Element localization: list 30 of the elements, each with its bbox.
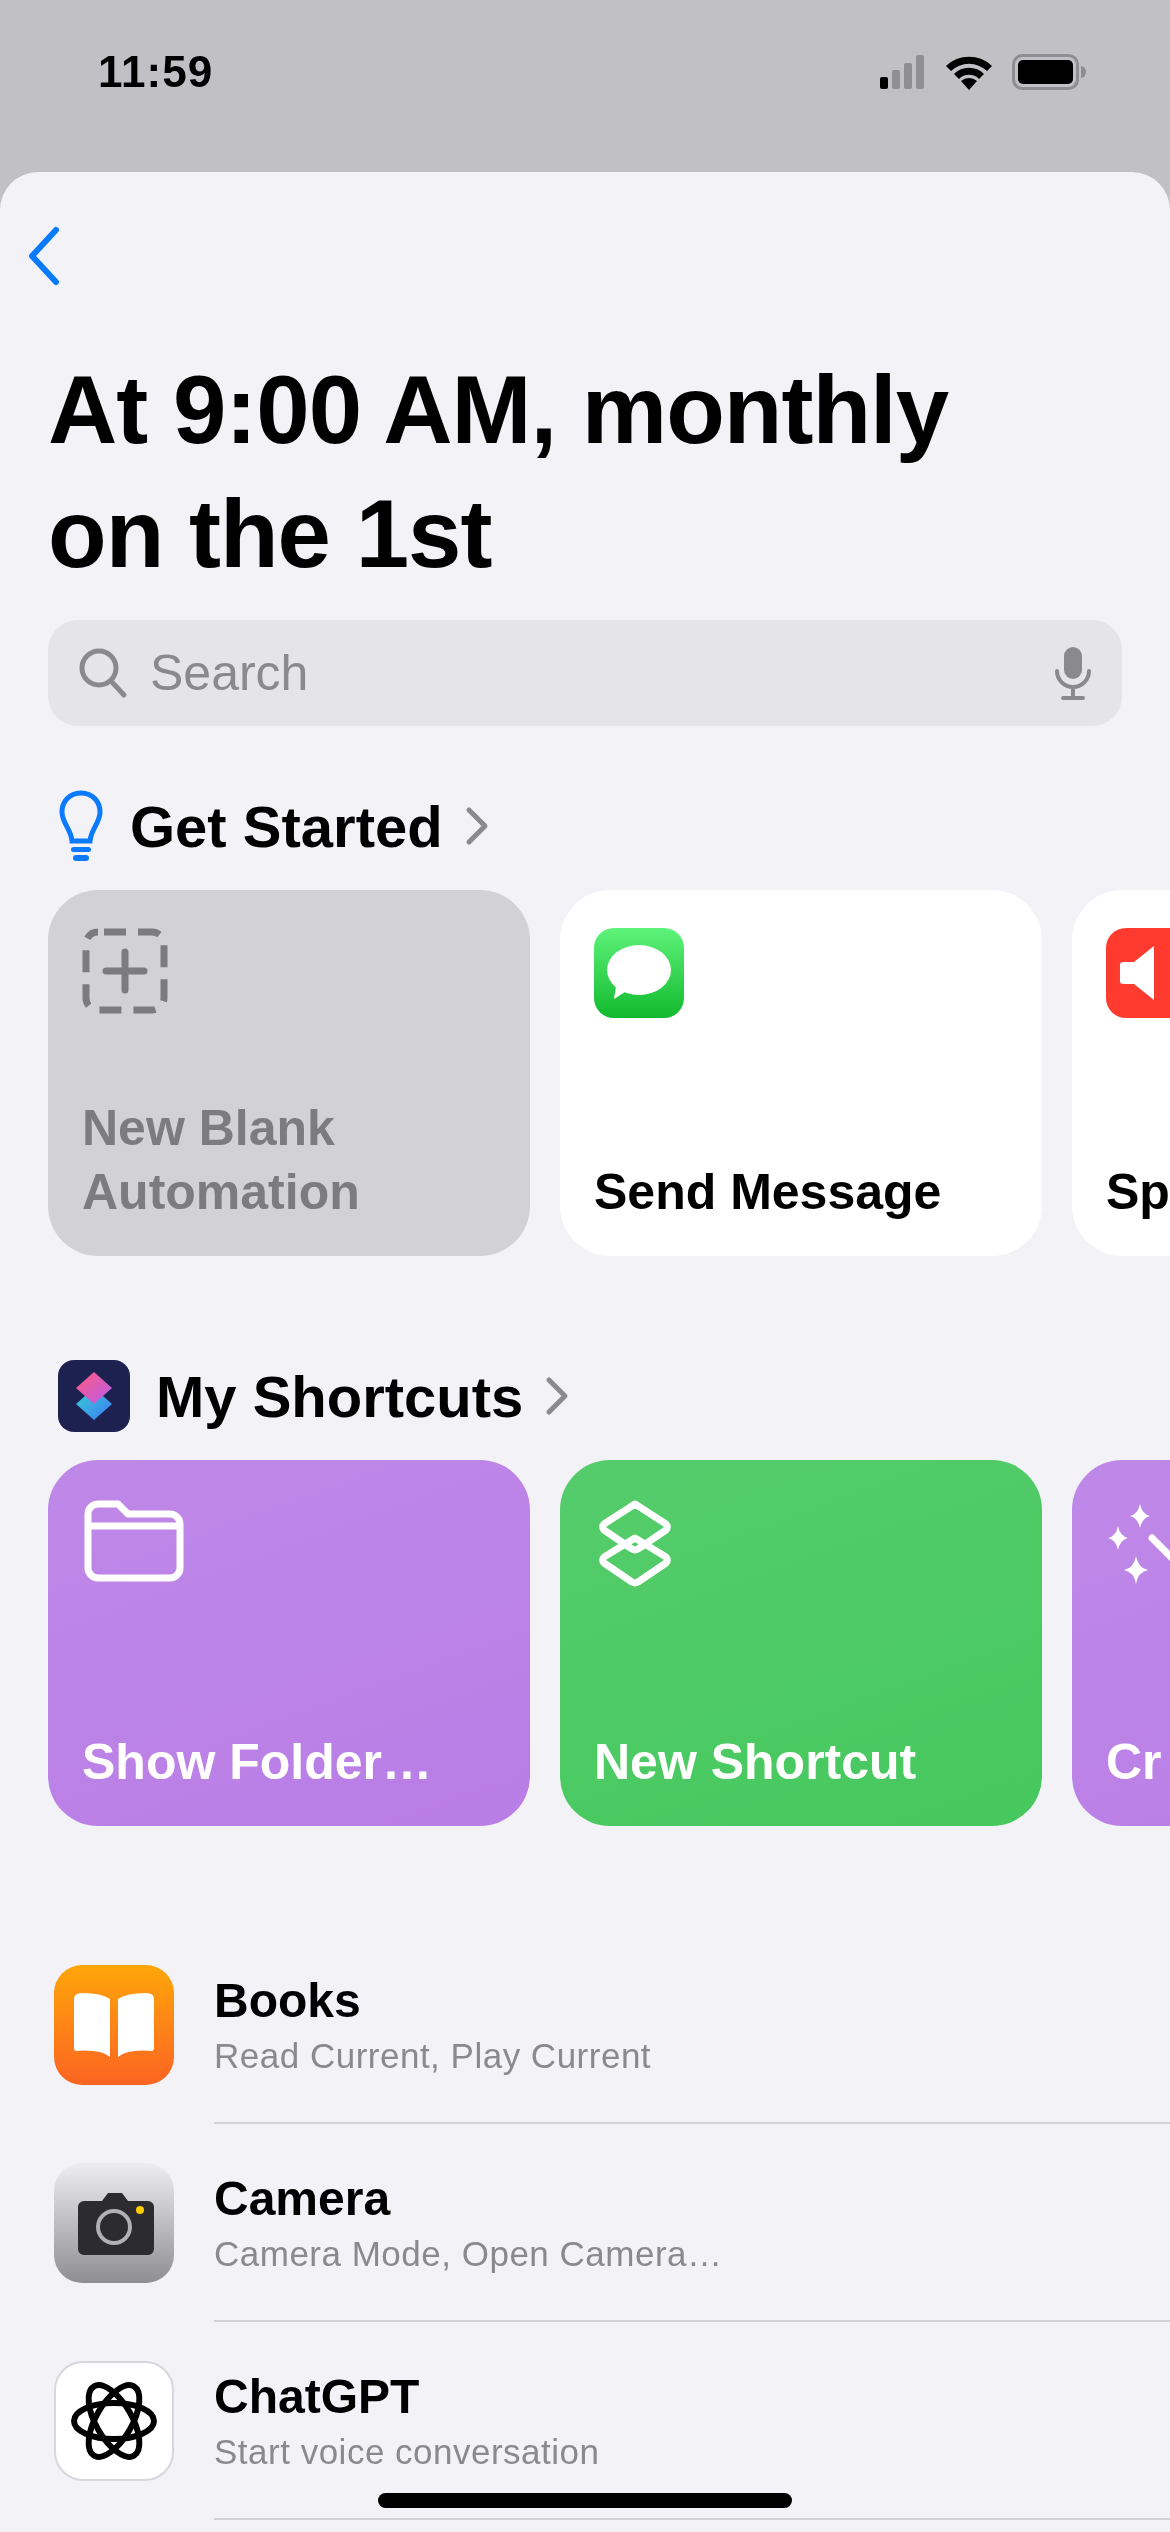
camera-app-icon [54,2163,174,2283]
section-title-link[interactable]: Get Started [130,792,489,860]
battery-icon [1012,54,1086,90]
dashed-plus-icon [82,928,168,1014]
microphone-icon[interactable] [1054,645,1092,701]
search-field[interactable]: Search [48,620,1122,726]
shortcut-card[interactable]: Send Message [560,890,1042,1256]
app-actions: Start voice conversation [214,2431,601,2472]
search-icon [78,647,128,699]
app-name[interactable]: ChatGPT [214,2368,1170,2424]
chevron-right-icon [545,1376,570,1416]
status-time: 11:59 [98,47,214,97]
app-name[interactable]: Camera [214,2170,1170,2226]
search-input[interactable]: Search [148,643,1034,703]
speaker-app-icon [1106,928,1170,1018]
app-actions: Read Current, Play Current [214,2035,653,2076]
page-title: At 9:00 AM, monthly on the 1st [48,355,950,589]
shortcuts-app-icon [58,1360,130,1432]
messages-app-icon [594,928,684,1018]
books-app-icon [54,1965,174,2085]
folder-icon [82,1498,186,1584]
wifi-icon [944,54,994,90]
section-title-link[interactable]: My Shortcuts [156,1362,570,1430]
back-chevron-icon [26,226,62,286]
app-actions: Camera Mode, Open Camera… [214,2233,724,2274]
chevron-right-icon [464,806,489,846]
lightbulb-icon [58,789,104,863]
signal-icon [880,55,926,89]
app-name[interactable]: Books [214,1972,1170,2028]
shortcut-card[interactable]: Sp [1072,890,1170,1256]
